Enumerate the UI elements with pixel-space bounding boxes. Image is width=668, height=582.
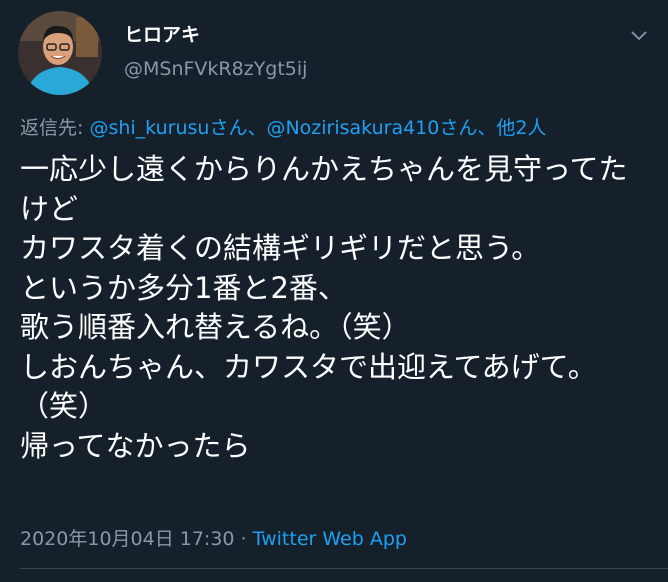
- reply-suffix: さん、: [209, 117, 267, 139]
- meta-separator: ·: [234, 528, 253, 550]
- tweet-text: 一応少し遠くからりんかえちゃんを見守ってたけど カワスタ着くの結構ギリギリだと思…: [20, 152, 628, 463]
- reply-user-link[interactable]: @shi_kurusu: [89, 117, 209, 139]
- timestamp[interactable]: 2020年10月04日 17:30: [20, 528, 235, 550]
- tweet-meta: 2020年10月04日 17:30 · Twitter Web App: [20, 524, 407, 551]
- reply-user-link[interactable]: @Nozirisakura410: [266, 117, 439, 139]
- reply-prefix: 返信先:: [20, 117, 90, 139]
- reply-suffix: さん、: [439, 117, 497, 139]
- more-options-button[interactable]: [626, 22, 652, 48]
- divider: [20, 568, 668, 569]
- author-display-name[interactable]: ヒロアキ: [124, 20, 200, 47]
- chevron-down-icon: [631, 26, 647, 45]
- reply-context: 返信先: @shi_kurusuさん、@Nozirisakura410さん、他2…: [20, 113, 546, 140]
- author-handle[interactable]: @MSnFVkR8zYgt5ij: [124, 58, 307, 80]
- reply-others-link[interactable]: 他2人: [496, 117, 546, 139]
- tweet-card: ヒロアキ @MSnFVkR8zYgt5ij 返信先: @shi_kurusuさん…: [0, 0, 668, 582]
- source-link[interactable]: Twitter Web App: [253, 528, 407, 550]
- avatar[interactable]: [18, 11, 102, 95]
